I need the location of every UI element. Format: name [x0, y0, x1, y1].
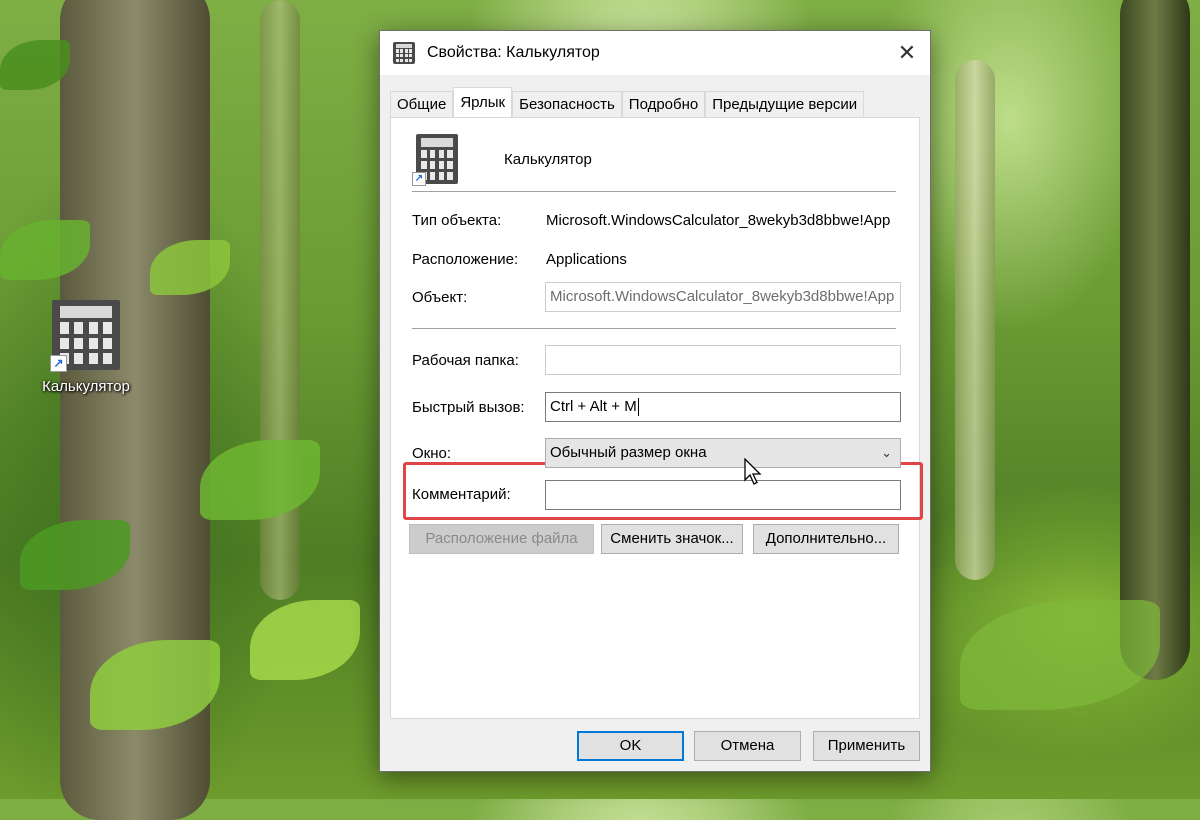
mouse-cursor-icon [744, 458, 762, 485]
tree-trunk-mid [955, 60, 995, 580]
calculator-icon [393, 42, 415, 64]
shortcut-name: Калькулятор [504, 151, 592, 168]
hotkey-label: Быстрый вызов: [412, 399, 525, 416]
workdir-field[interactable] [545, 345, 901, 375]
divider [412, 191, 896, 192]
window-title: Свойства: Калькулятор [427, 44, 600, 61]
cancel-button[interactable]: Отмена [694, 731, 801, 761]
leaf [250, 600, 360, 680]
comment-label: Комментарий: [412, 486, 511, 503]
window-mode-select[interactable]: Обычный размер окна ⌄ [545, 438, 901, 468]
tab-general[interactable]: Общие [390, 91, 454, 117]
target-label: Объект: [412, 289, 468, 306]
tab-shortcut[interactable]: Ярлык [453, 87, 513, 117]
window-mode-value: Обычный размер окна [550, 444, 707, 461]
desktop-shortcut-calculator[interactable]: ↗ Калькулятор [30, 300, 142, 395]
hotkey-value: Ctrl + Alt + M [550, 398, 637, 415]
shortcut-arrow-icon: ↗ [50, 355, 67, 372]
type-value: Microsoft.WindowsCalculator_8wekyb3d8bbw… [546, 212, 891, 229]
close-button[interactable]: ✕ [884, 31, 930, 75]
shortcut-tab-panel: ↗ Калькулятор Тип объекта: Microsoft.Win… [390, 117, 923, 719]
hotkey-field[interactable]: Ctrl + Alt + M [545, 392, 901, 422]
shortcut-arrow-icon: ↗ [412, 172, 426, 186]
workdir-label: Рабочая папка: [412, 352, 519, 369]
chevron-down-icon: ⌄ [881, 445, 892, 460]
text-caret [637, 398, 639, 417]
desktop-icon-label: Калькулятор [42, 378, 130, 395]
title-bar[interactable]: Свойства: Калькулятор ✕ [380, 31, 930, 75]
properties-dialog: Свойства: Калькулятор ✕ Общие Ярлык Безо… [379, 30, 931, 772]
window-mode-label: Окно: [412, 445, 452, 462]
divider [412, 328, 896, 329]
tree-trunk-right [1120, 0, 1190, 680]
leaf [200, 440, 320, 520]
type-label: Тип объекта: [412, 212, 502, 229]
ok-button[interactable]: OK [577, 731, 684, 761]
apply-button[interactable]: Применить [813, 731, 920, 761]
calculator-icon: ↗ [412, 134, 462, 186]
location-label: Расположение: [412, 251, 519, 268]
close-icon: ✕ [897, 40, 917, 65]
tab-previous-versions[interactable]: Предыдущие версии [705, 91, 865, 117]
location-value: Applications [546, 251, 627, 268]
leaf [960, 600, 1160, 710]
calculator-icon: ↗ [50, 300, 120, 372]
tab-bar: Общие Ярлык Безопасность Подробно Предыд… [390, 87, 865, 117]
tab-security[interactable]: Безопасность [512, 91, 622, 117]
open-file-location-button[interactable]: Расположение файла [409, 524, 594, 554]
tab-details[interactable]: Подробно [621, 91, 706, 117]
comment-field[interactable] [545, 480, 901, 510]
target-field[interactable]: Microsoft.WindowsCalculator_8wekyb3d8bbw… [545, 282, 901, 312]
change-icon-button[interactable]: Сменить значок... [601, 524, 743, 554]
advanced-button[interactable]: Дополнительно... [753, 524, 899, 554]
